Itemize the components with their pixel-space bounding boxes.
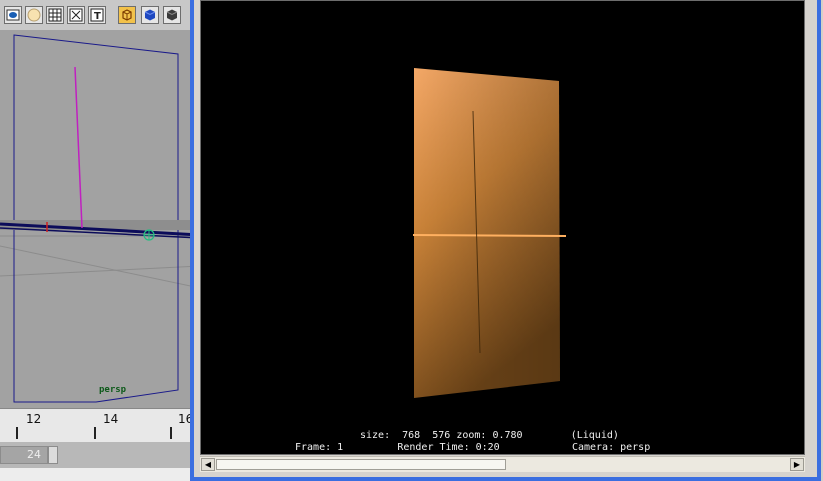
rendered-image [412,68,567,398]
viewport-toolbar: T [0,0,200,31]
render-info-frame: Frame: 1 Render Time: 0:20 Camera: persp [295,442,651,453]
selected-edge [74,66,83,229]
perspective-viewport[interactable]: persp [0,30,200,408]
render-view-window: size: 768 576 zoom: 0.780 (Liquid) Frame… [190,0,821,481]
scroll-right-icon[interactable]: ▶ [790,458,804,471]
uv-points-icon[interactable] [67,6,85,24]
render-image-area[interactable]: size: 768 576 zoom: 0.780 (Liquid) Frame… [200,0,805,455]
svg-text:T: T [94,11,101,22]
scroll-thumb[interactable] [216,459,506,470]
range-slider: 24 [0,442,200,468]
tick-mark [16,427,18,439]
camera-label: persp [99,385,127,395]
flat-shade-cube-icon[interactable] [163,6,181,24]
time-slider[interactable]: 12 14 16 [0,408,200,443]
horizontal-scrollbar[interactable]: ◀ ▶ [200,456,805,472]
tick-mark [170,427,172,439]
ground-grid [0,235,200,289]
end-time-spinner[interactable] [48,446,58,464]
horizon-line [412,234,567,237]
tick-mark [94,427,96,439]
toolbar-divider [108,6,112,24]
tick-label: 12 [26,412,42,426]
render-info-size: size: 768 576 zoom: 0.780 (Liquid) [360,430,619,441]
end-time-field[interactable]: 24 [0,446,48,464]
camera-frame-wire [13,34,179,403]
sphere-light-icon[interactable] [25,6,43,24]
viewport-scene [0,34,200,403]
text-icon[interactable]: T [88,6,106,24]
grid-icon[interactable] [46,6,64,24]
tick-label: 14 [103,412,119,426]
scroll-left-icon[interactable]: ◀ [201,458,215,471]
command-line-strip [0,468,200,481]
shaded-cube-wireframe-icon[interactable] [118,6,136,24]
smooth-shade-cube-icon[interactable] [141,6,159,24]
render-region-icon[interactable] [4,6,22,24]
